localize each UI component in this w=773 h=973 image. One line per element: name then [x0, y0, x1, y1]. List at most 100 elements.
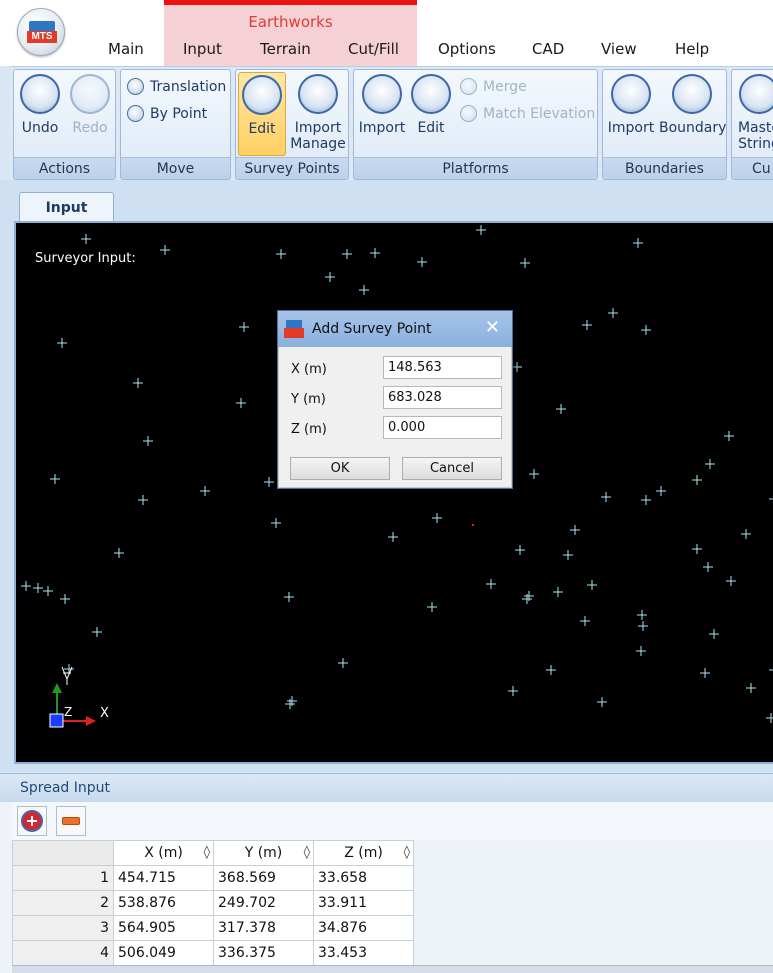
- master-string-button[interactable]: Maste String: [734, 72, 773, 152]
- y-field[interactable]: [383, 386, 502, 409]
- cell-x[interactable]: 454.715: [113, 865, 214, 891]
- column-header-y[interactable]: Y (m) ◊: [213, 840, 314, 866]
- by-point-button[interactable]: By Point: [127, 105, 207, 122]
- survey-point-marker: [486, 579, 496, 589]
- survey-point-marker: [338, 658, 348, 668]
- add-row-button[interactable]: [17, 806, 47, 836]
- survey-point-marker: [370, 248, 380, 258]
- cancel-button[interactable]: Cancel: [402, 457, 502, 480]
- tab-options[interactable]: Options: [438, 40, 496, 58]
- table-row[interactable]: 1 454.715 368.569 33.658: [12, 865, 414, 891]
- survey-point-marker: [50, 474, 60, 484]
- survey-point-marker: [637, 610, 647, 620]
- boundary-import-icon: [611, 74, 651, 114]
- sort-icon: ◊: [403, 845, 410, 860]
- ribbon: Undo Redo Actions Translation By Point M…: [10, 66, 773, 180]
- survey-point-marker: [21, 581, 31, 591]
- close-icon[interactable]: ✕: [485, 317, 500, 338]
- x-field[interactable]: [383, 356, 502, 379]
- translation-button[interactable]: Translation: [127, 78, 226, 95]
- survey-point-marker: [239, 322, 249, 332]
- tab-input[interactable]: Input: [183, 40, 222, 58]
- survey-point-marker: [726, 576, 736, 586]
- cell-z[interactable]: 33.911: [313, 890, 414, 916]
- platform-import-label: Import: [358, 120, 406, 136]
- survey-point-marker: [656, 486, 666, 496]
- column-header-z[interactable]: Z (m) ◊: [313, 840, 414, 866]
- boundary-icon: [672, 74, 712, 114]
- ribbon-group-platforms: Import Edit Merge Match Elevation Platfo…: [353, 69, 598, 180]
- undo-icon: [20, 74, 60, 114]
- cell-z[interactable]: 33.658: [313, 865, 414, 891]
- boundary-button[interactable]: Boundary: [659, 72, 726, 136]
- cell-x[interactable]: 506.049: [113, 940, 214, 966]
- survey-point-marker: [601, 492, 611, 502]
- import-manage-button[interactable]: Import Manage: [289, 72, 347, 152]
- platform-edit-icon: [411, 74, 451, 114]
- survey-point-marker: [284, 592, 294, 602]
- remove-row-button[interactable]: [56, 806, 86, 836]
- survey-point-marker: [92, 627, 102, 637]
- cad-viewport[interactable]: ZX Surveyor Input:: [14, 221, 773, 764]
- dialog-titlebar[interactable]: Add Survey Point ✕: [278, 311, 512, 347]
- cell-x[interactable]: 564.905: [113, 915, 214, 941]
- tab-cut-fill[interactable]: Cut/Fill: [348, 40, 399, 58]
- tab-view[interactable]: View: [601, 40, 637, 58]
- cell-x[interactable]: 538.876: [113, 890, 214, 916]
- spread-toolbar: [12, 802, 773, 840]
- z-field-label: Z (m): [291, 422, 327, 437]
- survey-point-marker: [264, 477, 274, 487]
- survey-point-marker: [114, 548, 124, 558]
- cell-y[interactable]: 317.378: [213, 915, 314, 941]
- table-row[interactable]: 4 506.049 336.375 33.453: [12, 940, 414, 966]
- cell-y[interactable]: 249.702: [213, 890, 314, 916]
- survey-edit-label: Edit: [248, 121, 276, 137]
- cell-y[interactable]: 336.375: [213, 940, 314, 966]
- survey-point-marker: [236, 398, 246, 408]
- group-label-actions: Actions: [14, 157, 115, 179]
- match-elevation-icon: [460, 105, 477, 122]
- redo-button[interactable]: Redo: [68, 72, 112, 136]
- row-number[interactable]: 3: [12, 915, 114, 941]
- survey-point-marker: [641, 495, 651, 505]
- survey-point-marker: [769, 669, 773, 671]
- table-row[interactable]: 2 538.876 249.702 33.911: [12, 890, 414, 916]
- match-elevation-button[interactable]: Match Elevation: [460, 105, 595, 122]
- cell-y[interactable]: 368.569: [213, 865, 314, 891]
- tab-main[interactable]: Main: [108, 40, 144, 58]
- cell-z[interactable]: 34.876: [313, 915, 414, 941]
- document-tab-input[interactable]: Input: [19, 192, 114, 222]
- row-number[interactable]: 4: [12, 940, 114, 966]
- merge-button[interactable]: Merge: [460, 78, 527, 95]
- survey-point-marker: [508, 686, 518, 696]
- survey-edit-button[interactable]: Edit: [238, 72, 286, 156]
- tab-terrain[interactable]: Terrain: [260, 40, 311, 58]
- tab-cad[interactable]: CAD: [532, 40, 564, 58]
- survey-point-marker: [138, 495, 148, 505]
- survey-point-marker: [143, 436, 153, 446]
- merge-icon: [460, 78, 477, 95]
- survey-point-marker: [160, 245, 170, 255]
- master-string-icon: [739, 74, 773, 114]
- grid-corner: [12, 840, 114, 866]
- dialog-body: X (m) Y (m) Z (m) OK Cancel: [278, 347, 512, 488]
- survey-point-marker: [709, 629, 719, 639]
- column-header-x[interactable]: X (m) ◊: [113, 840, 214, 866]
- z-field[interactable]: [383, 416, 502, 439]
- row-number[interactable]: 1: [12, 865, 114, 891]
- viewport-label: Surveyor Input:: [35, 251, 136, 266]
- survey-point-marker: [427, 602, 437, 612]
- platform-edit-button[interactable]: Edit: [409, 72, 453, 136]
- table-row[interactable]: 3 564.905 317.378 34.876: [12, 915, 414, 941]
- undo-button[interactable]: Undo: [18, 72, 62, 136]
- cell-z[interactable]: 33.453: [313, 940, 414, 966]
- tab-help[interactable]: Help: [675, 40, 709, 58]
- boundary-import-button[interactable]: Import: [605, 72, 657, 136]
- app-logo[interactable]: MTS: [17, 8, 65, 56]
- row-number[interactable]: 2: [12, 890, 114, 916]
- platform-import-button[interactable]: Import: [356, 72, 408, 136]
- survey-point-marker: [529, 469, 539, 479]
- import-manage-icon: [298, 74, 338, 114]
- ok-button[interactable]: OK: [290, 457, 390, 480]
- merge-label: Merge: [483, 78, 527, 95]
